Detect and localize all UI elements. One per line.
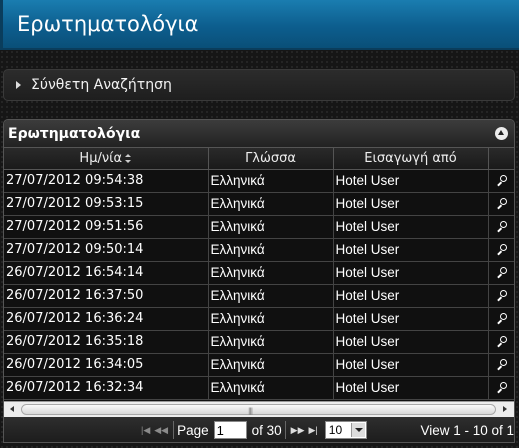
cell-language: Ελληνικά	[208, 215, 334, 239]
grid-caption-title: Ερωτηματολόγια	[8, 125, 141, 142]
horizontal-scrollbar[interactable]: |||	[4, 401, 514, 417]
expand-arrow-icon	[16, 81, 21, 89]
cell-actions	[488, 215, 514, 239]
collapse-icon[interactable]	[495, 127, 508, 140]
first-page-icon[interactable]: |◀	[141, 425, 150, 436]
cell-entered-by: Hotel User	[333, 192, 489, 216]
view-details-icon[interactable]	[496, 174, 507, 185]
cell-date: 27/07/2012 09:50:14	[4, 238, 209, 262]
grid-body: 27/07/2012 09:54:38 Ελληνικά Hotel User 27/…	[4, 169, 514, 400]
page-title: Ερωτηματολόγια	[17, 12, 199, 36]
scroll-left-icon[interactable]	[6, 403, 20, 416]
cell-date: 27/07/2012 09:53:15	[4, 192, 209, 216]
view-details-icon[interactable]	[496, 243, 507, 254]
cell-actions	[488, 330, 514, 354]
cell-actions	[488, 261, 514, 285]
view-details-icon[interactable]	[496, 312, 507, 323]
rows-per-page-value: 10	[328, 423, 343, 437]
view-details-icon[interactable]	[496, 266, 507, 277]
page-label: Page	[177, 422, 209, 438]
cell-entered-by: Hotel User	[333, 169, 489, 193]
view-details-icon[interactable]	[496, 220, 507, 231]
cell-language: Ελληνικά	[208, 330, 334, 354]
sort-icon	[125, 153, 132, 163]
view-details-icon[interactable]	[496, 197, 507, 208]
scroll-right-icon[interactable]	[498, 403, 512, 416]
dropdown-arrow-icon	[350, 423, 365, 437]
table-row[interactable]: 26/07/2012 16:34:05 Ελληνικά Hotel User	[4, 353, 514, 377]
last-page-icon[interactable]: ▶|	[309, 425, 318, 436]
cell-entered-by: Hotel User	[333, 261, 489, 285]
cell-actions	[488, 238, 514, 262]
cell-date: 26/07/2012 16:35:18	[4, 330, 209, 354]
advanced-search-label: Σύνθετη Αναζήτηση	[31, 77, 172, 93]
cell-date: 26/07/2012 16:34:05	[4, 353, 209, 377]
table-row[interactable]: 26/07/2012 16:37:50 Ελληνικά Hotel User	[4, 284, 514, 308]
table-row[interactable]: 26/07/2012 16:35:18 Ελληνικά Hotel User	[4, 330, 514, 354]
table-row[interactable]: 27/07/2012 09:53:15 Ελληνικά Hotel User	[4, 192, 514, 216]
pager: |◀ ◀◀ Page of 30 ▶▶ ▶| 10 View 1 - 10 of…	[4, 417, 514, 442]
table-row[interactable]: 26/07/2012 16:54:14 Ελληνικά Hotel User	[4, 261, 514, 285]
column-header-language[interactable]: Γλώσσα	[208, 148, 334, 170]
grip-icon: |||	[248, 407, 253, 415]
cell-date: 26/07/2012 16:36:24	[4, 307, 209, 331]
cell-language: Ελληνικά	[208, 284, 334, 308]
cell-date: 26/07/2012 16:32:34	[4, 376, 209, 400]
pager-separator	[284, 421, 286, 439]
title-bar: Ερωτηματολόγια	[0, 0, 519, 50]
records-info: View 1 - 10 of 1	[420, 422, 514, 438]
cell-actions	[488, 376, 514, 400]
cell-language: Ελληνικά	[208, 169, 334, 193]
view-details-icon[interactable]	[496, 289, 507, 300]
page-count-label: of 30	[251, 422, 282, 438]
cell-date: 26/07/2012 16:37:50	[4, 284, 209, 308]
scrollbar-thumb[interactable]: |||	[21, 404, 496, 415]
cell-language: Ελληνικά	[208, 307, 334, 331]
cell-language: Ελληνικά	[208, 261, 334, 285]
cell-entered-by: Hotel User	[333, 376, 489, 400]
advanced-search-toggle[interactable]: Σύνθετη Αναζήτηση	[3, 69, 515, 101]
cell-language: Ελληνικά	[208, 238, 334, 262]
grid-caption: Ερωτηματολόγια	[4, 120, 514, 148]
cell-actions	[488, 284, 514, 308]
table-row[interactable]: 26/07/2012 16:32:34 Ελληνικά Hotel User	[4, 376, 514, 400]
view-details-icon[interactable]	[496, 358, 507, 369]
prev-page-icon[interactable]: ◀◀	[154, 425, 168, 436]
cell-entered-by: Hotel User	[333, 238, 489, 262]
table-row[interactable]: 26/07/2012 16:36:24 Ελληνικά Hotel User	[4, 307, 514, 331]
cell-entered-by: Hotel User	[333, 284, 489, 308]
cell-actions	[488, 353, 514, 377]
page-number-input[interactable]	[213, 421, 247, 439]
table-row[interactable]: 27/07/2012 09:51:56 Ελληνικά Hotel User	[4, 215, 514, 239]
column-header-actions	[488, 148, 514, 170]
grid-table: Ημ/νία Γλώσσα Εισαγωγή από 27/07/2012 09…	[4, 148, 514, 400]
cell-date: 27/07/2012 09:51:56	[4, 215, 209, 239]
table-row[interactable]: 27/07/2012 09:50:14 Ελληνικά Hotel User	[4, 238, 514, 262]
cell-actions	[488, 169, 514, 193]
table-row[interactable]: 27/07/2012 09:54:38 Ελληνικά Hotel User	[4, 169, 514, 193]
cell-entered-by: Hotel User	[333, 330, 489, 354]
view-details-icon[interactable]	[496, 335, 507, 346]
rows-per-page-select[interactable]: 10	[324, 421, 367, 439]
cell-entered-by: Hotel User	[333, 215, 489, 239]
cell-date: 26/07/2012 16:54:14	[4, 261, 209, 285]
next-page-icon[interactable]: ▶▶	[291, 425, 305, 436]
cell-entered-by: Hotel User	[333, 307, 489, 331]
cell-language: Ελληνικά	[208, 376, 334, 400]
cell-date: 27/07/2012 09:54:38	[4, 169, 209, 193]
column-header-entered-by[interactable]: Εισαγωγή από	[333, 148, 489, 170]
cell-language: Ελληνικά	[208, 353, 334, 377]
cell-actions	[488, 192, 514, 216]
cell-actions	[488, 307, 514, 331]
cell-language: Ελληνικά	[208, 192, 334, 216]
view-details-icon[interactable]	[496, 381, 507, 392]
cell-entered-by: Hotel User	[333, 353, 489, 377]
questionnaires-grid: Ερωτηματολόγια Ημ/νία Γλώσσα Εισαγωγή απ…	[3, 119, 515, 443]
column-header-date[interactable]: Ημ/νία	[4, 148, 209, 170]
pager-separator	[173, 421, 175, 439]
